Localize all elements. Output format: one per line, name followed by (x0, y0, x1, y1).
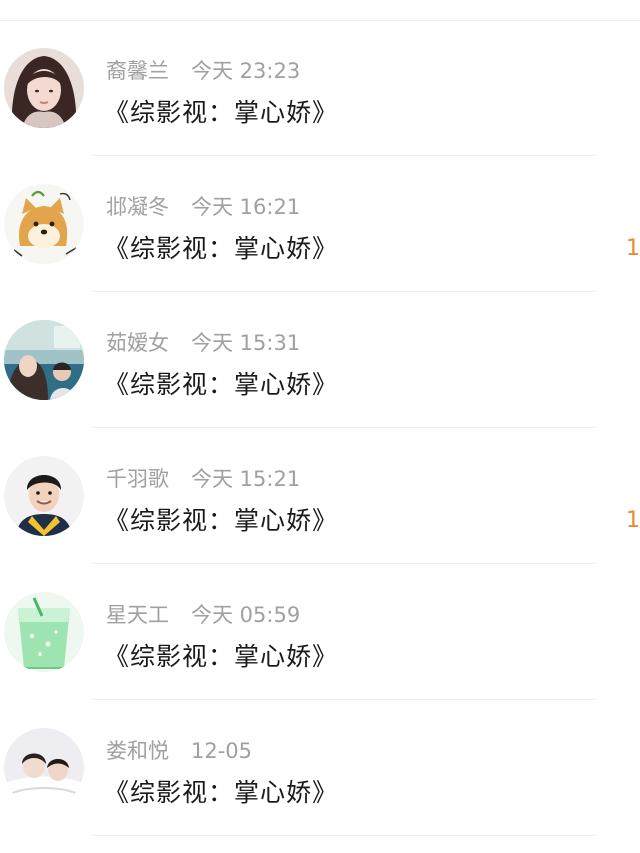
message-title[interactable]: 《综影视：掌心娇》 (104, 230, 338, 268)
smiling-boy-icon (4, 456, 84, 536)
username[interactable]: 娄和悦 (106, 739, 169, 763)
message-item[interactable]: 邶凝冬 今天 16:21 《综影视：掌心娇》 1 (0, 156, 640, 292)
username[interactable]: 千羽歌 (106, 467, 169, 491)
avatar[interactable] (4, 184, 84, 264)
timestamp: 今天 05:59 (191, 603, 301, 627)
message-item[interactable]: 星天工 今天 05:59 《综影视：掌心娇》 (0, 564, 640, 700)
timestamp: 12-05 (191, 739, 253, 763)
message-meta: 千羽歌 今天 15:21 (106, 464, 300, 494)
username[interactable]: 裔馨兰 (106, 59, 169, 83)
timestamp: 今天 15:21 (191, 467, 301, 491)
message-title[interactable]: 《综影视：掌心娇》 (104, 366, 338, 404)
message-meta: 星天工 今天 05:59 (106, 600, 300, 630)
count-badge: 1 (626, 236, 640, 261)
green-soda-glass-icon (4, 592, 84, 672)
avatar[interactable] (4, 320, 84, 400)
avatar[interactable] (4, 592, 84, 672)
timestamp: 今天 15:31 (191, 331, 301, 355)
shiba-doge-sticker-icon (4, 184, 84, 264)
message-meta: 裔馨兰 今天 23:23 (106, 56, 300, 86)
girl-portrait-icon (4, 48, 84, 128)
message-title[interactable]: 《综影视：掌心娇》 (104, 502, 338, 540)
message-item[interactable]: 茹嫒女 今天 15:31 《综影视：掌心娇》 (0, 292, 640, 428)
message-item[interactable]: 千羽歌 今天 15:21 《综影视：掌心娇》 1 (0, 428, 640, 564)
message-list: 裔馨兰 今天 23:23 《综影视：掌心娇》 邶凝冬 今天 16:21 《综影视… (0, 0, 640, 853)
message-meta: 邶凝冬 今天 16:21 (106, 192, 300, 222)
username[interactable]: 邶凝冬 (106, 195, 169, 219)
message-title[interactable]: 《综影视：掌心娇》 (104, 638, 338, 676)
username[interactable]: 茹嫒女 (106, 331, 169, 355)
avatar[interactable] (4, 456, 84, 536)
message-title[interactable]: 《综影视：掌心娇》 (104, 774, 338, 812)
message-item[interactable]: 裔馨兰 今天 23:23 《综影视：掌心娇》 (0, 20, 640, 156)
timestamp: 今天 23:23 (191, 59, 301, 83)
couple-in-bed-icon (4, 728, 84, 808)
count-badge: 1 (626, 508, 640, 533)
message-title[interactable]: 《综影视：掌心娇》 (104, 94, 338, 132)
timestamp: 今天 16:21 (191, 195, 301, 219)
row-divider (92, 835, 596, 836)
avatar[interactable] (4, 728, 84, 808)
message-meta: 娄和悦 12-05 (106, 736, 252, 766)
username[interactable]: 星天工 (106, 603, 169, 627)
couple-on-train-icon (4, 320, 84, 400)
avatar[interactable] (4, 48, 84, 128)
message-meta: 茹嫒女 今天 15:31 (106, 328, 300, 358)
message-item[interactable]: 娄和悦 12-05 《综影视：掌心娇》 (0, 700, 640, 836)
